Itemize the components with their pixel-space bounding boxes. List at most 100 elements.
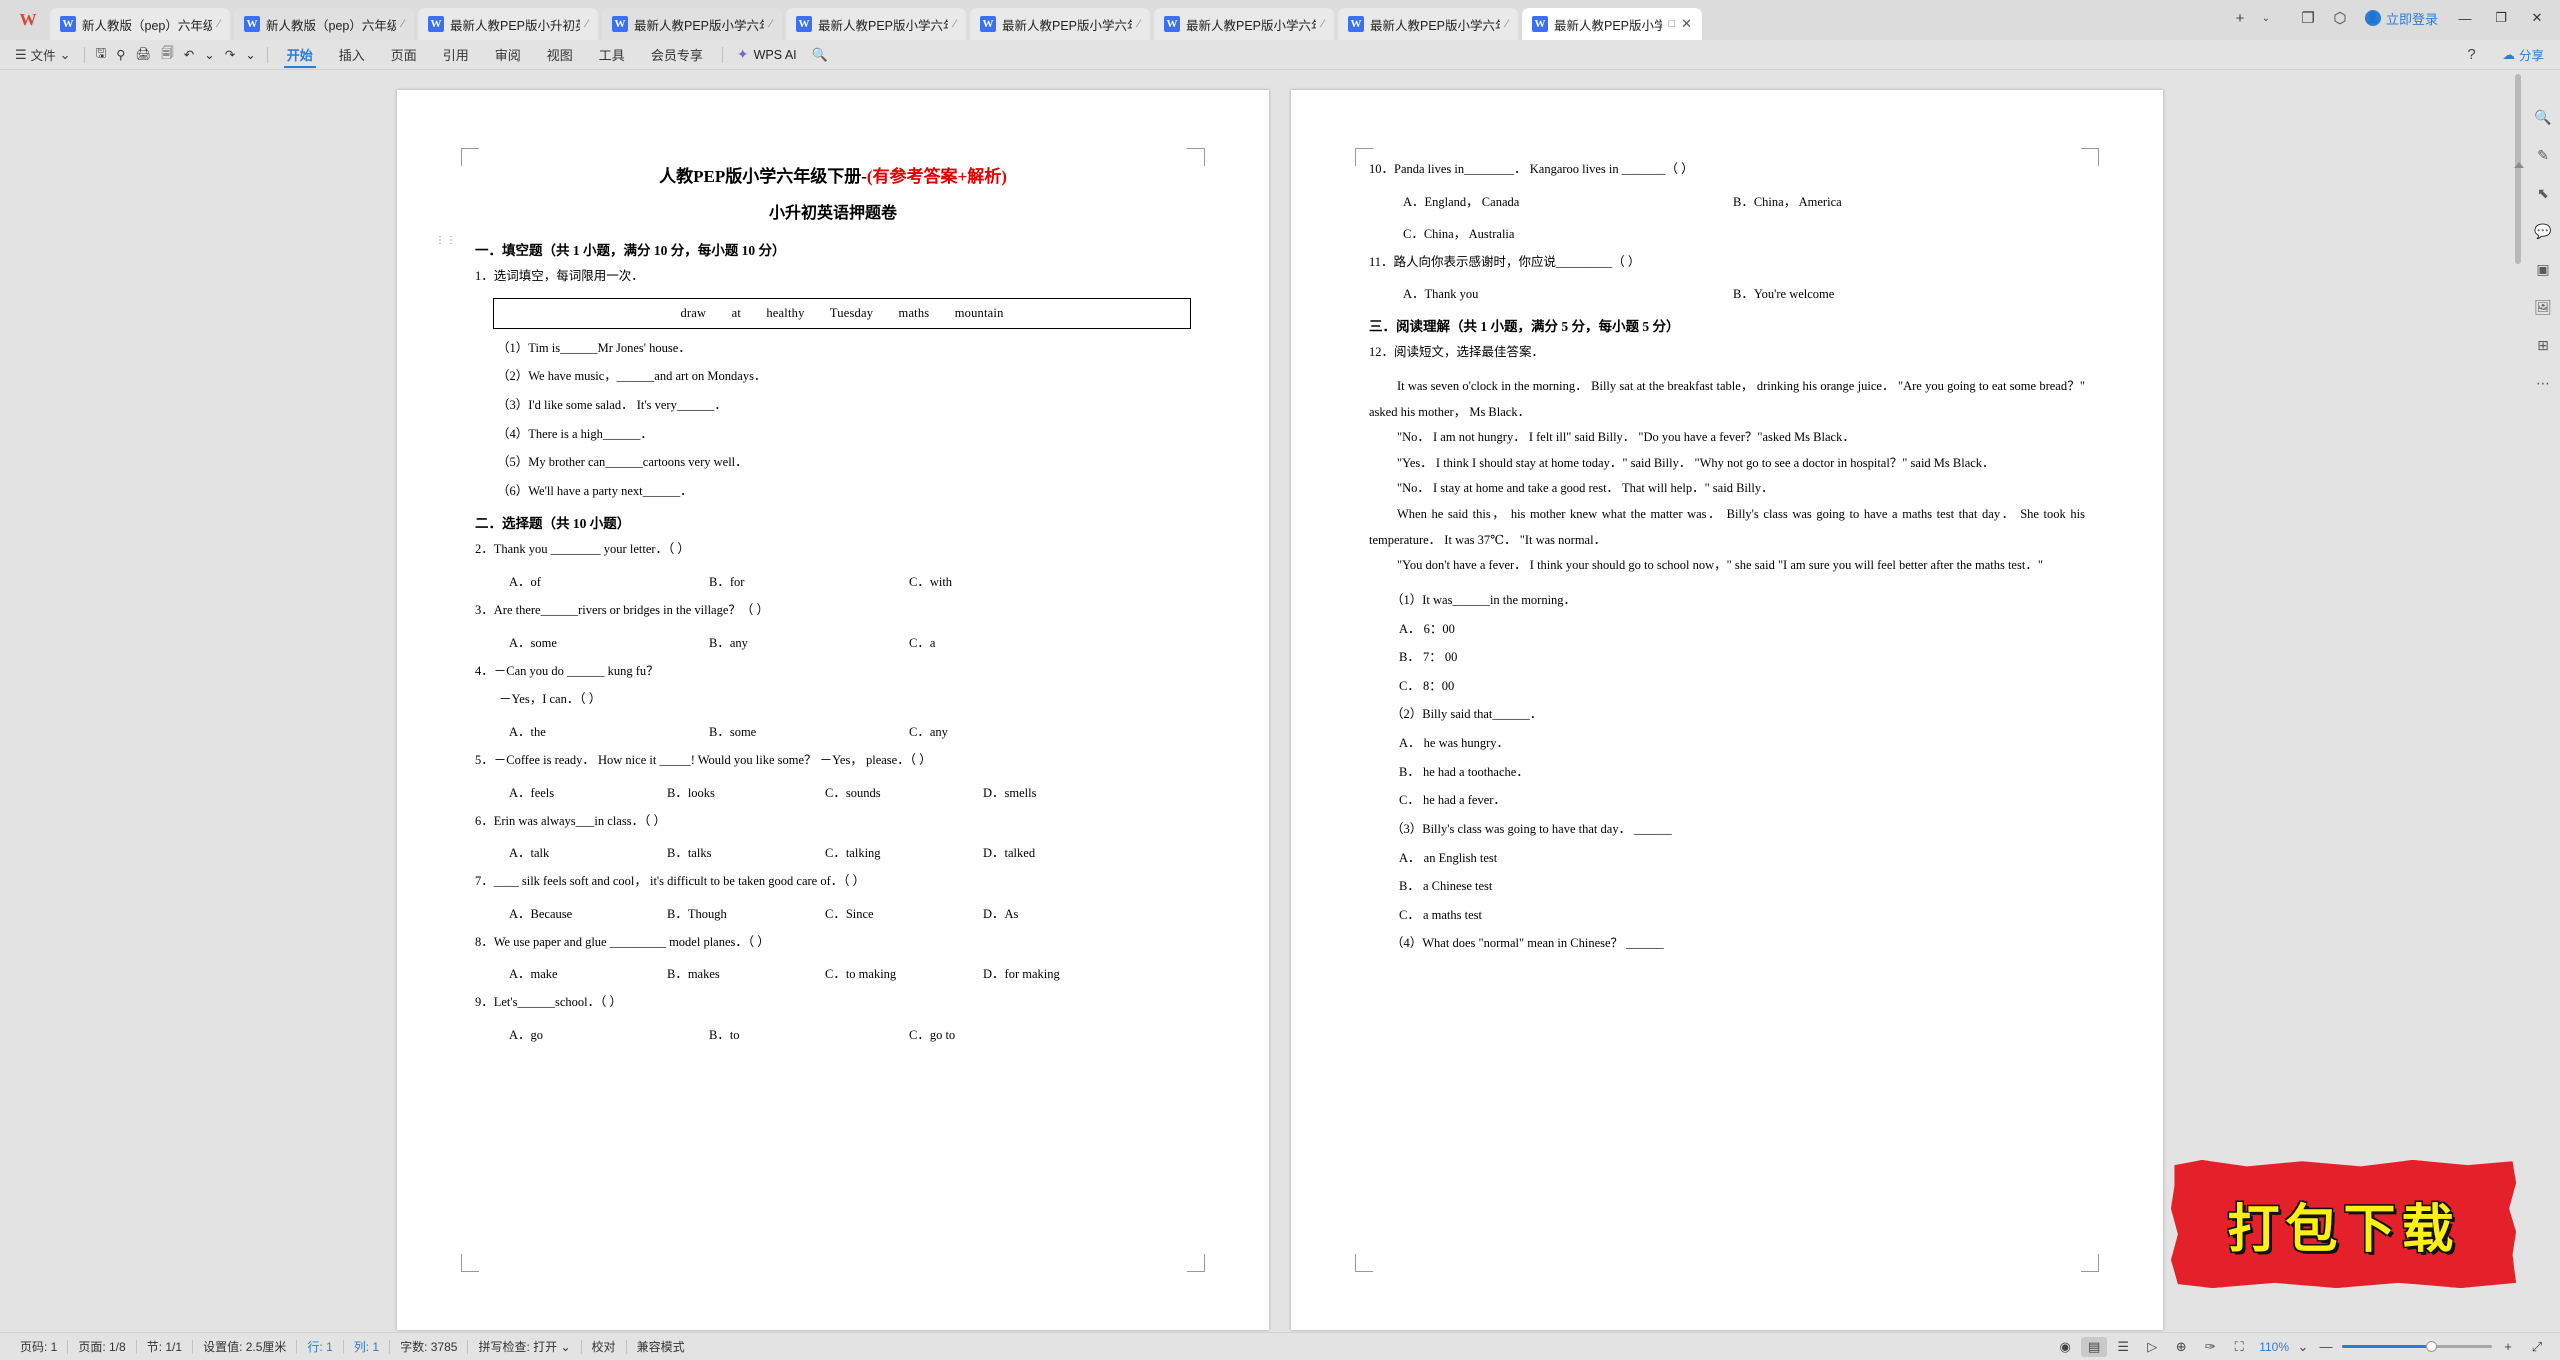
share-button[interactable]: ☁ 分享 [2494, 45, 2552, 64]
option[interactable]: A．England， Canada [1403, 191, 1733, 210]
document-tab-8[interactable]: W 最新人教PEP版小学六年级下册 ⁄ [1338, 8, 1518, 40]
fullscreen-button[interactable]: ⤢ [2524, 1337, 2550, 1357]
option[interactable]: A．Because [509, 903, 667, 922]
ink-view-icon[interactable]: ✑ [2197, 1337, 2223, 1357]
zoom-level-label[interactable]: 110% [2255, 1340, 2293, 1354]
option[interactable]: C．talking [825, 842, 983, 861]
web-view-icon[interactable]: ⊕ [2168, 1337, 2194, 1357]
ribbon-tab-开始[interactable]: 开始 [274, 42, 326, 68]
option[interactable]: B．China， America [1733, 191, 2063, 210]
option[interactable]: C．China， Australia [1403, 223, 1733, 242]
paragraph-handle-icon[interactable]: ⋮⋮ [435, 236, 457, 246]
reading-option[interactable]: B． 7： 00 [1369, 650, 2085, 666]
page-count[interactable]: 页面: 1/8 [68, 1338, 135, 1355]
document-tab-6[interactable]: W 最新人教PEP版小学六年级下册 ⁄ [970, 8, 1150, 40]
reading-view-icon[interactable]: ▷ [2139, 1337, 2165, 1357]
option[interactable]: B．to [709, 1024, 909, 1043]
spellcheck[interactable]: 拼写检查: 打开 ⌄ [468, 1338, 580, 1355]
option[interactable]: D．talked [983, 842, 1141, 861]
option[interactable]: B．looks [667, 782, 825, 801]
tab-list-icon[interactable]: ❐ [2293, 4, 2323, 32]
shape-icon[interactable]: ▣ [2532, 258, 2554, 280]
ribbon-tab-插入[interactable]: 插入 [326, 42, 378, 68]
monitor-icon[interactable]: □ [1668, 18, 1675, 30]
print-icon[interactable]: 🖨 [130, 43, 156, 67]
option[interactable]: B．talks [667, 842, 825, 861]
save-icon[interactable]: 🖫 [91, 43, 112, 67]
ribbon-tab-工具[interactable]: 工具 [586, 42, 638, 68]
option[interactable]: C．Since [825, 903, 983, 922]
proofread[interactable]: 校对 [582, 1338, 626, 1355]
option[interactable]: B．Though [667, 903, 825, 922]
option[interactable]: B．for [709, 571, 909, 590]
table-icon[interactable]: ⊞ [2532, 334, 2554, 356]
option[interactable]: D．smells [983, 782, 1141, 801]
option[interactable]: D．As [983, 903, 1141, 922]
row-indicator[interactable]: 行: 1 [297, 1338, 342, 1355]
minimize-button[interactable]: — [2448, 4, 2482, 32]
option[interactable]: B．some [709, 721, 909, 740]
option[interactable]: A．some [509, 632, 709, 651]
document-tab-5[interactable]: W 最新人教PEP版小学六年级下册 ⁄ [786, 8, 966, 40]
close-window-button[interactable]: ✕ [2520, 4, 2554, 32]
zoom-slider-knob[interactable] [2426, 1341, 2437, 1352]
document-tab-9[interactable]: W 最新人教PEP版小学六年 □ ✕ [1522, 8, 1702, 40]
document-page-1[interactable]: ⋮⋮ 人教PEP版小学六年级下册-(有参考答案+解析) 小升初英语押题卷 一．填… [397, 90, 1269, 1330]
redo-icon[interactable]: ↷ [220, 43, 240, 67]
reading-option[interactable]: A． 6：00 [1369, 622, 2085, 638]
option[interactable]: D．for making [983, 963, 1141, 982]
image-icon[interactable]: 🖼 [2532, 296, 2554, 318]
save-as-icon[interactable]: ⚲ [111, 43, 130, 67]
scrollbar-thumb[interactable] [2515, 74, 2521, 264]
option[interactable]: A．talk [509, 842, 667, 861]
highlighter-icon[interactable]: ✎ [2532, 144, 2554, 166]
zoom-in-button[interactable]: + [2495, 1337, 2521, 1357]
option[interactable]: B．makes [667, 963, 825, 982]
section[interactable]: 节: 1/1 [137, 1338, 192, 1355]
column-indicator[interactable]: 列: 1 [344, 1338, 389, 1355]
quick-access-dropdown-icon[interactable]: ⌄ [240, 43, 260, 67]
document-tab-2[interactable]: W 新人教版（pep）六年级（下） ⁄ [234, 8, 414, 40]
restore-button[interactable]: ❐ [2484, 4, 2518, 32]
document-tab-7[interactable]: W 最新人教PEP版小学六年级下册 ⁄ [1154, 8, 1334, 40]
file-menu-button[interactable]: ☰ 文件 ⌄ [8, 43, 78, 67]
ribbon-tab-引用[interactable]: 引用 [430, 42, 482, 68]
outline-view-icon[interactable]: ☰ [2110, 1337, 2136, 1357]
new-tab-button[interactable]: + [2225, 4, 2255, 32]
globe-icon[interactable]: ⬡ [2325, 4, 2355, 32]
option[interactable]: C．a [909, 632, 1109, 651]
reading-option[interactable]: B． a Chinese test [1369, 879, 2085, 895]
reading-option[interactable]: A． he was hungry． [1369, 736, 2085, 752]
search-icon[interactable]: 🔍 [805, 41, 835, 69]
reading-option[interactable]: C． he had a fever． [1369, 793, 2085, 809]
option[interactable]: A．make [509, 963, 667, 982]
option[interactable]: A．the [509, 721, 709, 740]
select-icon[interactable]: ⬉ [2532, 182, 2554, 204]
reading-option[interactable]: A． an English test [1369, 851, 2085, 867]
ribbon-tab-视图[interactable]: 视图 [534, 42, 586, 68]
ribbon-tab-审阅[interactable]: 审阅 [482, 42, 534, 68]
reading-option[interactable]: C． a maths test [1369, 908, 2085, 924]
document-page-2[interactable]: 10．Panda lives in________． Kangaroo live… [1291, 90, 2163, 1330]
ribbon-tab-会员专享[interactable]: 会员专享 [638, 42, 716, 68]
zoom-dropdown-icon[interactable]: ⌄ [2296, 1337, 2310, 1357]
new-tab-dropdown-icon[interactable]: ⌄ [2257, 4, 2275, 32]
option[interactable]: A．of [509, 571, 709, 590]
document-tab-4[interactable]: W 最新人教PEP版小学六年级下册 ⁄ [602, 8, 782, 40]
print-preview-icon[interactable]: 🗐 [156, 43, 179, 67]
page-number[interactable]: 页码: 1 [10, 1338, 67, 1355]
more-tools-icon[interactable]: ⋯ [2532, 372, 2554, 394]
option[interactable]: A．go [509, 1024, 709, 1043]
eye-icon[interactable]: ◉ [2052, 1337, 2078, 1357]
option[interactable]: A．feels [509, 782, 667, 801]
login-button[interactable]: 👤 立即登录 [2357, 9, 2446, 28]
word-count[interactable]: 字数: 3785 [390, 1338, 467, 1355]
close-tab-icon[interactable]: ✕ [1681, 16, 1692, 32]
document-tab-1[interactable]: W 新人教版（pep）六年级（下） ⁄ [50, 8, 230, 40]
find-replace-icon[interactable]: 🔍 [2532, 106, 2554, 128]
comment-icon[interactable]: 💬 [2532, 220, 2554, 242]
option[interactable]: C．any [909, 721, 1109, 740]
wps-ai-button[interactable]: ✦ WPS AI [729, 46, 805, 63]
undo-icon[interactable]: ↶ [179, 43, 199, 67]
option[interactable]: C．to making [825, 963, 983, 982]
